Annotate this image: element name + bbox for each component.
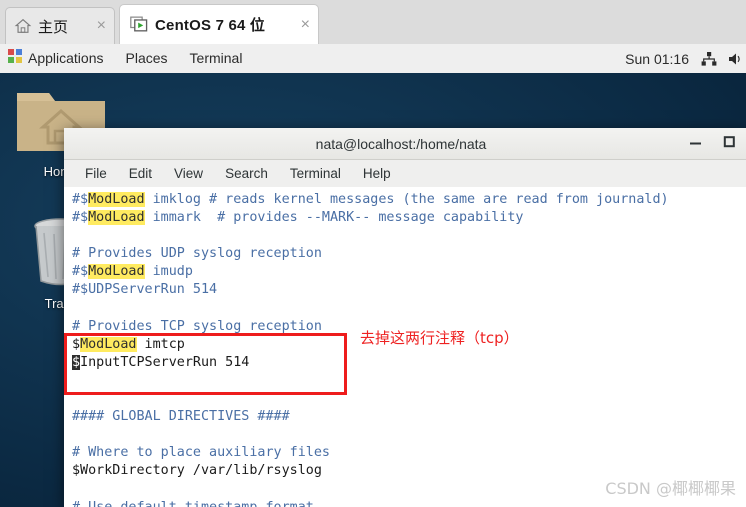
maximize-icon [723,135,736,153]
search-highlight: ModLoad [88,192,145,207]
terminal-text: #### GLOBAL DIRECTIVES #### [72,409,290,425]
menu-search[interactable]: Search [214,160,279,187]
terminal-line: $InputTCPServerRun 514 [66,354,746,372]
terminal-line: # Provides UDP syslog reception [66,245,746,263]
gnome-top-panel: Applications Places Terminal Sun 01:16 [0,44,746,74]
terminal-cursor: $ [72,354,81,370]
terminal-text: # Use default timestamp format [72,500,314,507]
menu-file[interactable]: File [74,160,118,187]
tab-home-label: 主页 [38,18,69,36]
terminal-titlebar[interactable]: nata@localhost:/home/nata [64,128,746,160]
terminal-text: $ [72,336,81,352]
terminal-menubar: File Edit View Search Terminal Help [64,160,746,188]
menu-terminal[interactable]: Terminal [279,160,352,187]
minimize-icon [689,135,702,153]
terminal-text: imudp [144,264,193,280]
terminal-text: # Provides UDP syslog reception [72,246,322,262]
menu-edit[interactable]: Edit [118,160,163,187]
network-icon[interactable] [701,51,728,66]
terminal-text: # Provides TCP syslog reception [72,318,322,334]
search-highlight: ModLoad [88,210,145,226]
applications-icon [8,44,22,73]
panel-places-menu[interactable]: Places [115,44,179,73]
vm-power-icon [130,16,149,33]
terminal-text: #$UDPServerRun 514 [72,282,218,298]
terminal-line: #### GLOBAL DIRECTIVES #### [66,408,746,426]
tab-centos-close-icon[interactable]: × [293,16,312,33]
terminal-text: imklog # reads kernel messages (the same… [144,192,669,207]
terminal-line: #$ModLoad imklog # reads kernel messages… [66,191,746,209]
terminal-line: #$ModLoad immark # provides --MARK-- mes… [66,209,746,227]
terminal-line: #$UDPServerRun 514 [66,281,746,299]
panel-clock[interactable]: Sun 01:16 [625,51,701,67]
terminal-text: # Where to place auxiliary files [72,445,330,461]
terminal-text: InputTCPServerRun 514 [80,354,250,370]
terminal-text: imtcp [136,336,185,352]
volume-icon[interactable] [728,52,746,66]
panel-applications-menu[interactable]: Applications [0,44,115,73]
vmware-tab-bar: 主页 × CentOS 7 64 位 × [0,0,746,45]
minimize-button[interactable] [678,128,712,159]
terminal-line: #$ModLoad imudp [66,263,746,281]
terminal-line: # Where to place auxiliary files [66,444,746,462]
tab-home-close-icon[interactable]: × [89,18,108,34]
menu-help[interactable]: Help [352,160,402,187]
panel-applications-label: Applications [28,50,104,66]
menu-view[interactable]: View [163,160,214,187]
search-highlight: ModLoad [88,264,145,280]
csdn-watermark: CSDN @椰椰椰果 [605,479,736,498]
maximize-button[interactable] [712,128,746,159]
terminal-text: #$ [72,264,89,280]
tab-centos[interactable]: CentOS 7 64 位 × [119,4,319,44]
tab-home[interactable]: 主页 × [5,7,115,44]
home-icon [14,17,32,35]
terminal-text: $WorkDirectory /var/lib/rsyslog [72,463,322,479]
tab-centos-label: CentOS 7 64 位 [155,17,266,34]
terminal-window: nata@localhost:/home/nata File Edit View… [64,128,746,507]
terminal-text: #$ [72,210,89,226]
search-highlight: ModLoad [80,336,137,352]
terminal-text: immark # provides --MARK-- message capab… [144,210,524,226]
terminal-title: nata@localhost:/home/nata [315,135,487,152]
terminal-text: #$ [72,192,89,207]
annotation-label: 去掉这两行注释（tcp） [360,329,519,347]
terminal-line: # Use default timestamp format [66,499,746,507]
panel-terminal-menu[interactable]: Terminal [179,44,254,73]
